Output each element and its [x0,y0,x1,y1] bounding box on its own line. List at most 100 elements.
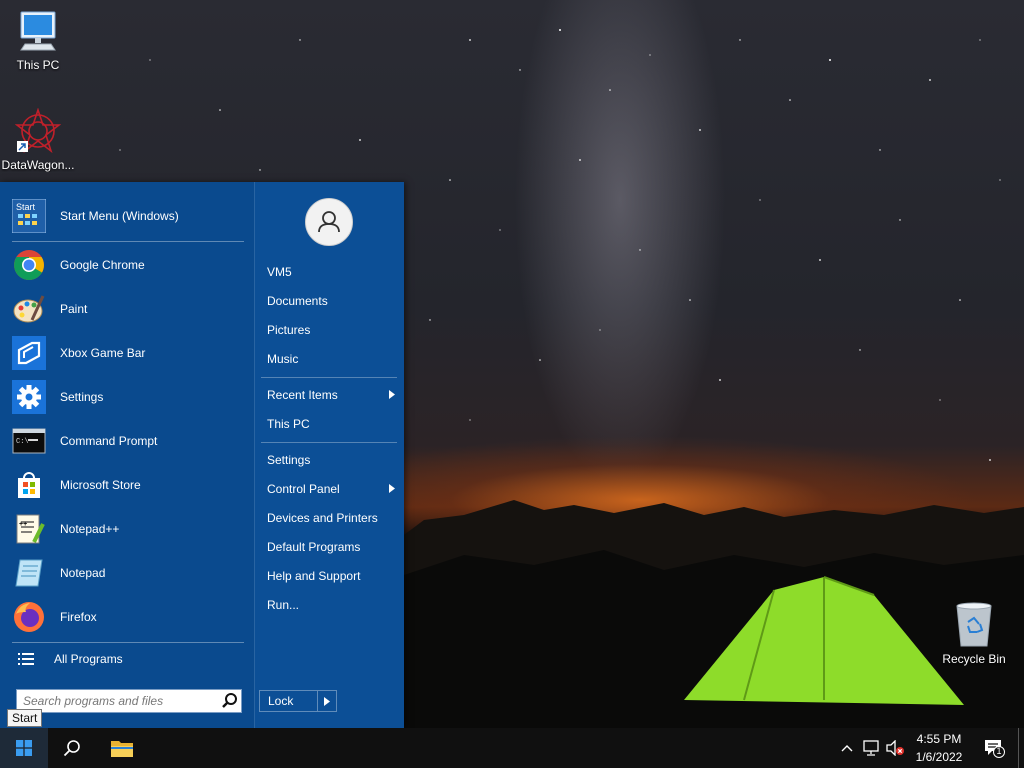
program-label: Paint [60,302,88,316]
chevron-right-icon [389,390,395,399]
place-user-folder[interactable]: VM5 [267,261,397,283]
place-label: Documents [267,294,328,308]
place-help-support[interactable]: Help and Support [267,565,397,587]
all-programs-label: All Programs [54,652,123,666]
program-label: Microsoft Store [60,478,141,492]
search-input[interactable] [17,691,219,711]
xbox-game-bar-icon [12,336,46,370]
desktop-icon-datawagon[interactable]: DataWagon... [0,108,76,172]
place-run[interactable]: Run... [267,594,397,616]
place-label: Recent Items [267,388,338,402]
svg-text:C:\: C:\ [16,438,29,446]
action-center-button[interactable]: 1 [978,728,1012,768]
lock-button-group: Lock [259,690,337,712]
place-label: Pictures [267,323,311,337]
program-label: Firefox [60,610,97,624]
gear-icon [12,380,46,414]
programs-separator [12,642,244,643]
place-this-pc[interactable]: This PC [267,413,397,435]
user-avatar[interactable] [305,198,353,246]
start-button[interactable] [0,728,48,768]
show-desktop-button[interactable] [1018,728,1024,768]
volume-tray-button[interactable] [884,728,906,768]
taskbar: 4:55 PM 1/6/2022 1 [0,728,1024,768]
svg-text:++: ++ [19,521,27,528]
program-label: Notepad [60,566,106,580]
program-label: Settings [60,390,104,404]
search-taskbar-button[interactable] [48,728,96,768]
wallpaper-landscape [404,500,1024,735]
all-programs-button[interactable]: All Programs [18,648,123,670]
desktop-icon-label: DataWagon... [1,158,75,172]
place-default-programs[interactable]: Default Programs [267,536,397,558]
place-devices-printers[interactable]: Devices and Printers [267,507,397,529]
places-separator [261,442,397,443]
program-settings[interactable]: Settings [12,377,244,417]
desktop-icon-this-pc[interactable]: This PC [0,10,76,72]
store-icon [18,472,40,498]
paint-icon [13,295,45,323]
show-hidden-icons-button[interactable] [838,728,856,768]
clock-time: 4:55 PM [916,732,962,746]
volume-muted-icon [886,740,904,756]
start-tooltip: Start [7,709,43,727]
place-label: Music [267,352,299,366]
chevron-right-icon [389,484,395,493]
place-label: Default Programs [267,540,361,554]
desktop-icon-label: This PC [16,58,60,72]
program-label: Xbox Game Bar [60,346,146,360]
place-pictures[interactable]: Pictures [267,319,397,341]
program-xbox-game-bar[interactable]: Xbox Game Bar [12,333,244,373]
user-icon [318,211,340,233]
programs-separator [12,241,244,242]
file-explorer-taskbar-button[interactable] [98,728,146,768]
user-name: VM5 [267,265,292,279]
program-start-menu-windows[interactable]: Start Start Menu (Windows) [12,196,244,236]
notepadpp-icon: ++ [16,514,45,544]
firefox-icon [14,602,44,632]
start-menu-places-pane: VM5 Documents Pictures Music Recent Item… [254,182,404,728]
power-options-button[interactable] [318,696,336,706]
place-recent-items[interactable]: Recent Items [267,384,397,406]
chrome-icon [14,250,44,281]
program-command-prompt[interactable]: C:\ Command Prompt [12,421,244,461]
search-box [16,689,242,713]
lock-button[interactable]: Lock [260,694,317,708]
network-icon [863,740,879,756]
program-label: Start Menu (Windows) [60,209,179,223]
recycle-bin-icon [956,602,992,647]
place-documents[interactable]: Documents [267,290,397,312]
program-firefox[interactable]: Firefox [12,597,244,637]
place-label: This PC [267,417,310,431]
place-label: Run... [267,598,300,612]
place-label: Settings [267,453,311,467]
clock[interactable]: 4:55 PM 1/6/2022 [908,731,970,765]
windows-logo-icon [16,740,32,756]
desktop-icon-label: Recycle Bin [942,652,1006,666]
clock-date: 1/6/2022 [915,750,963,764]
start-menu-programs-pane: Start Start Menu (Windows) Google Chrome [0,182,254,728]
place-control-panel[interactable]: Control Panel [267,478,397,500]
search-icon [63,740,80,757]
network-tray-button[interactable] [860,728,882,768]
program-label: Command Prompt [60,434,158,448]
list-icon [18,653,34,665]
folder-icon [111,741,133,757]
program-google-chrome[interactable]: Google Chrome [12,245,244,285]
program-label: Notepad++ [60,522,120,536]
places-separator [261,377,397,378]
program-notepad[interactable]: Notepad [12,553,244,593]
desktop-icon-recycle-bin[interactable]: Recycle Bin [936,602,1012,666]
program-paint[interactable]: Paint [12,289,244,329]
program-notepadpp[interactable]: ++ Notepad++ [12,509,244,549]
program-label: Google Chrome [60,258,145,272]
place-settings[interactable]: Settings [267,449,397,471]
start-menu: Start Start Menu (Windows) Google Chrome [0,182,404,728]
command-prompt-icon: C:\ [12,428,46,454]
computer-icon [20,11,56,51]
notification-count: 1 [996,746,1002,756]
start-menu-app-icon: Start [12,199,46,233]
search-icon[interactable] [219,691,241,711]
place-music[interactable]: Music [267,348,397,370]
program-microsoft-store[interactable]: Microsoft Store [12,465,244,505]
